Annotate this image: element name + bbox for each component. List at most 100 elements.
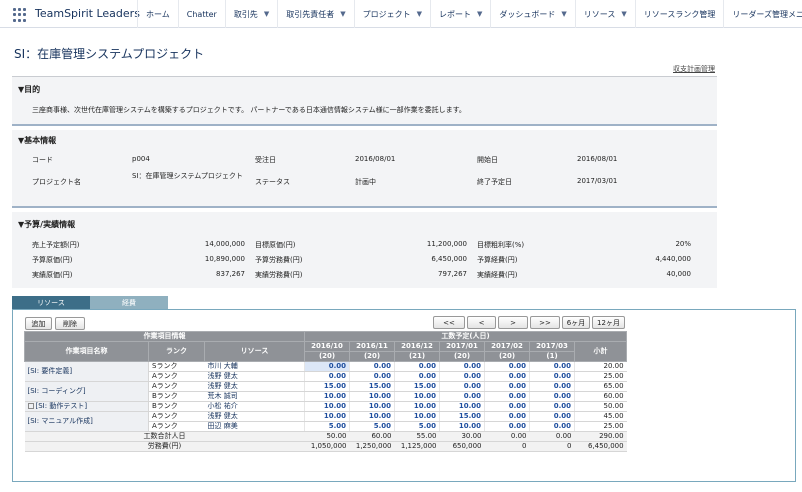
hours-cell[interactable]: 0.00 xyxy=(304,361,350,372)
hours-cell[interactable]: 0.00 xyxy=(529,401,575,412)
nav-item-3[interactable]: 取引先責任者 ▼ xyxy=(277,0,353,28)
hours-cell[interactable]: 10.00 xyxy=(439,401,485,412)
app-launcher-icon[interactable] xyxy=(13,8,27,22)
basic-info-header[interactable]: ▼基本情報 xyxy=(18,135,56,146)
work-item-label[interactable]: [SI: 動作テスト] xyxy=(36,402,88,410)
work-item-name[interactable]: [SI: マニュアル作成] xyxy=(24,411,149,432)
hours-cell[interactable]: 10.00 xyxy=(304,391,350,402)
hours-cell[interactable]: 0.00 xyxy=(439,381,485,392)
next-period-button[interactable]: > xyxy=(498,316,528,329)
nav-item-1[interactable]: Chatter xyxy=(177,0,225,28)
hours-cell[interactable]: 15.00 xyxy=(304,381,350,392)
rank-cell: Bランク xyxy=(148,391,205,402)
chevron-down-icon[interactable]: ▼ xyxy=(621,10,626,18)
tab-expense[interactable]: 経費 xyxy=(90,296,168,310)
hours-cell[interactable]: 5.00 xyxy=(304,421,350,432)
hours-cell[interactable]: 0.00 xyxy=(304,371,350,382)
chevron-down-icon[interactable]: ▼ xyxy=(477,10,482,18)
tab-resource[interactable]: リソース xyxy=(12,296,90,310)
hours-cell[interactable]: 0.00 xyxy=(484,371,530,382)
hours-cell[interactable]: 0.00 xyxy=(529,411,575,422)
hours-cell[interactable]: 0.00 xyxy=(484,421,530,432)
hours-cell[interactable]: 0.00 xyxy=(484,411,530,422)
first-period-button[interactable]: << xyxy=(433,316,465,329)
hours-cell[interactable]: 0.00 xyxy=(529,421,575,432)
hours-cell[interactable]: 10.00 xyxy=(349,401,395,412)
hours-cell[interactable]: 15.00 xyxy=(439,411,485,422)
hours-cell[interactable]: 0.00 xyxy=(484,361,530,372)
nav-item-7[interactable]: リソース ▼ xyxy=(574,0,635,28)
nav-item-8[interactable]: リソースランク管理 xyxy=(634,0,724,28)
work-item-label[interactable]: [SI: マニュアル作成] xyxy=(28,417,93,425)
hours-cell[interactable]: 0.00 xyxy=(529,381,575,392)
hours-cell[interactable]: 10.00 xyxy=(349,411,395,422)
hours-cell[interactable]: 10.00 xyxy=(394,391,440,402)
hours-cell[interactable]: 0.00 xyxy=(439,371,485,382)
hours-cell[interactable]: 5.00 xyxy=(394,421,440,432)
row-checkbox[interactable] xyxy=(27,403,34,409)
hours-cell[interactable]: 0.00 xyxy=(484,401,530,412)
hours-cell[interactable]: 0.00 xyxy=(349,361,395,372)
chevron-down-icon[interactable]: ▼ xyxy=(264,10,269,18)
hours-cell[interactable]: 0.00 xyxy=(349,371,395,382)
nav-item-5[interactable]: レポート ▼ xyxy=(429,0,490,28)
hours-cell[interactable]: 10.00 xyxy=(304,411,350,422)
resource-cell[interactable]: 田辺 麻美 xyxy=(204,421,305,432)
work-item-name[interactable]: [SI: コーディング] xyxy=(24,381,149,402)
hours-cell[interactable]: 10.00 xyxy=(439,421,485,432)
nav-item-2[interactable]: 取引先 ▼ xyxy=(224,0,277,28)
col-resource: リソース xyxy=(203,341,306,362)
chevron-down-icon[interactable]: ▼ xyxy=(340,10,345,18)
twelve-month-button[interactable]: 12ヶ月 xyxy=(592,316,625,329)
hours-cell[interactable]: 10.00 xyxy=(394,401,440,412)
hours-cell[interactable]: 0.00 xyxy=(439,391,485,402)
nav-item-label: リソース xyxy=(583,9,616,19)
six-month-button[interactable]: 6ヶ月 xyxy=(562,316,590,329)
budget-plan-link[interactable]: 収支計画管理 xyxy=(673,64,715,74)
resource-cell[interactable]: 小松 祐介 xyxy=(204,401,305,412)
last-period-button[interactable]: >> xyxy=(530,316,560,329)
resource-cell[interactable]: 浅野 健太 xyxy=(204,411,305,422)
total-subtotal-cell: 6,450,000 xyxy=(574,441,627,452)
hours-cell[interactable]: 0.00 xyxy=(484,391,530,402)
hours-cell[interactable]: 0.00 xyxy=(439,361,485,372)
nav-item-4[interactable]: プロジェクト ▼ xyxy=(353,0,430,28)
table-row: [SI: コーディング] Aランク 浅野 健太 15.00 15.00 15.00 0.00… xyxy=(24,381,627,402)
nav-item-9[interactable]: リーダーズ管理メニュー xyxy=(723,0,802,28)
month-workdays: (20) xyxy=(304,351,351,362)
work-item-name[interactable]: [SI: 要件定義] xyxy=(24,361,149,382)
hours-cell[interactable]: 0.00 xyxy=(529,361,575,372)
hours-cell[interactable]: 5.00 xyxy=(349,421,395,432)
total-row: 労務費(円) 1,050,000 1,250,000 1,125,000 650,000… xyxy=(24,441,627,452)
nav-item-0[interactable]: ホーム xyxy=(137,0,178,28)
budget-cost-label: 予算原価(円) xyxy=(32,256,73,264)
hours-cell[interactable]: 10.00 xyxy=(349,391,395,402)
work-item-name[interactable]: [SI: 動作テスト] xyxy=(24,401,149,412)
resource-cell[interactable]: 浅野 健太 xyxy=(204,381,305,392)
hours-cell[interactable]: 10.00 xyxy=(304,401,350,412)
resource-cell[interactable]: 荒木 誠司 xyxy=(204,391,305,402)
chevron-down-icon[interactable]: ▼ xyxy=(561,10,566,18)
hours-cell[interactable]: 15.00 xyxy=(349,381,395,392)
purpose-header[interactable]: ▼目的 xyxy=(18,84,40,95)
nav-item-label: 取引先責任者 xyxy=(286,9,335,19)
nav-item-6[interactable]: ダッシュボード ▼ xyxy=(490,0,574,28)
work-item-label[interactable]: [SI: 要件定義] xyxy=(28,367,73,375)
hours-cell[interactable]: 0.00 xyxy=(394,371,440,382)
resource-cell[interactable]: 浅野 健太 xyxy=(204,371,305,382)
prev-period-button[interactable]: < xyxy=(467,316,496,329)
hours-cell[interactable]: 0.00 xyxy=(529,371,575,382)
budget-header[interactable]: ▼予算/実績情報 xyxy=(18,219,75,230)
hours-cell[interactable]: 15.00 xyxy=(394,381,440,392)
delete-button[interactable]: 削除 xyxy=(55,317,85,330)
hours-cell[interactable]: 0.00 xyxy=(529,391,575,402)
work-item-label[interactable]: [SI: コーディング] xyxy=(28,387,86,395)
hours-cell[interactable]: 0.00 xyxy=(484,381,530,392)
subtotal-cell: 25.00 xyxy=(574,421,627,432)
add-button[interactable]: 追加 xyxy=(25,317,52,330)
hours-cell[interactable]: 0.00 xyxy=(394,361,440,372)
budget-expense-value: 4,440,000 xyxy=(655,255,691,263)
chevron-down-icon[interactable]: ▼ xyxy=(417,10,422,18)
hours-cell[interactable]: 10.00 xyxy=(394,411,440,422)
resource-cell[interactable]: 市川 大輔 xyxy=(204,361,305,372)
